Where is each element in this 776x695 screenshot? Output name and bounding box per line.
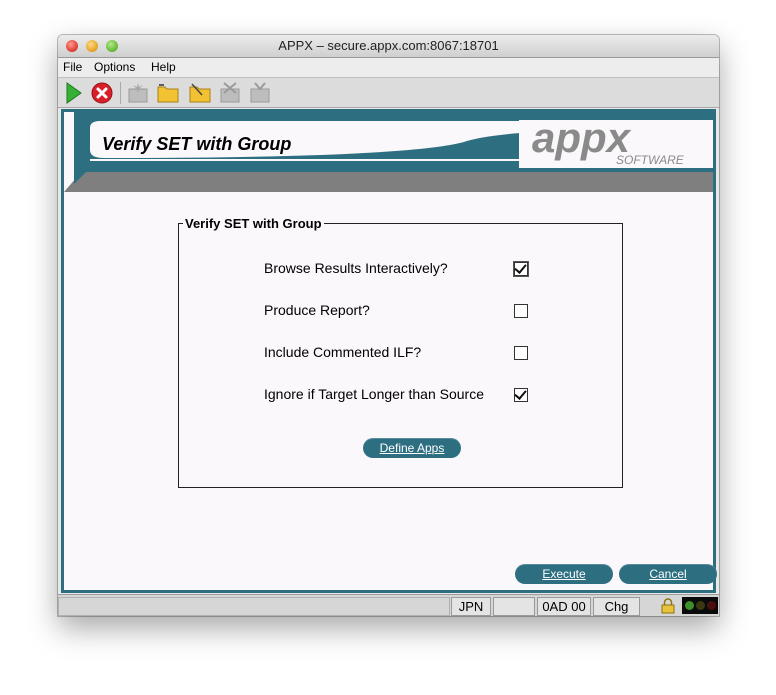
form-frame: appx SOFTWARE Verify SET with Group Veri…	[61, 109, 717, 593]
toolbar	[58, 78, 719, 108]
tv-icon[interactable]	[248, 81, 272, 105]
green-light-icon	[685, 601, 694, 610]
red-light-icon	[707, 601, 716, 610]
produce-report-checkbox[interactable]	[514, 304, 528, 318]
form-content: appx SOFTWARE Verify SET with Group Veri…	[64, 112, 717, 590]
status-bar: JPN 0AD 00 Chg	[58, 594, 719, 616]
menu-bar: File Options Help	[58, 58, 719, 78]
group-title: Verify SET with Group	[183, 216, 324, 231]
cancel-button[interactable]: Cancel	[619, 564, 717, 584]
open-folder-icon[interactable]	[156, 81, 180, 105]
page-title: Verify SET with Group	[102, 134, 292, 154]
include-commented-ilf-label: Include Commented ILF?	[264, 344, 422, 360]
svg-text:SOFTWARE: SOFTWARE	[616, 153, 685, 167]
menu-file[interactable]: File	[63, 60, 82, 74]
menu-options[interactable]: Options	[94, 60, 135, 74]
edit-folder-icon[interactable]	[188, 81, 212, 105]
ignore-target-longer-checkbox[interactable]	[514, 388, 528, 402]
browse-results-label: Browse Results Interactively?	[264, 260, 448, 276]
lock-icon	[661, 598, 675, 614]
window-title: APPX – secure.appx.com:8067:18701	[278, 38, 499, 53]
browse-results-checkbox[interactable]	[513, 261, 529, 277]
new-icon[interactable]	[126, 81, 150, 105]
toolbar-separator	[120, 82, 121, 104]
define-apps-button[interactable]: Define Apps	[363, 438, 461, 458]
title-bar: APPX – secure.appx.com:8067:18701	[58, 35, 719, 58]
status-blank	[493, 597, 535, 616]
include-commented-ilf-checkbox[interactable]	[514, 346, 528, 360]
stop-icon[interactable]	[90, 81, 114, 105]
options-groupbox: Verify SET with Group Browse Results Int…	[178, 216, 623, 488]
yellow-light-icon	[696, 601, 705, 610]
status-mode: Chg	[593, 597, 640, 616]
run-icon[interactable]	[62, 81, 86, 105]
status-message	[58, 597, 450, 616]
status-lights	[682, 597, 718, 614]
delete-icon[interactable]	[218, 81, 242, 105]
produce-report-label: Produce Report?	[264, 302, 370, 318]
ignore-target-longer-label: Ignore if Target Longer than Source	[264, 386, 485, 402]
app-window: APPX – secure.appx.com:8067:18701 File O…	[58, 35, 719, 616]
execute-button[interactable]: Execute	[515, 564, 613, 584]
status-language: JPN	[451, 597, 491, 616]
status-code: 0AD 00	[537, 597, 591, 616]
menu-help[interactable]: Help	[151, 60, 176, 74]
